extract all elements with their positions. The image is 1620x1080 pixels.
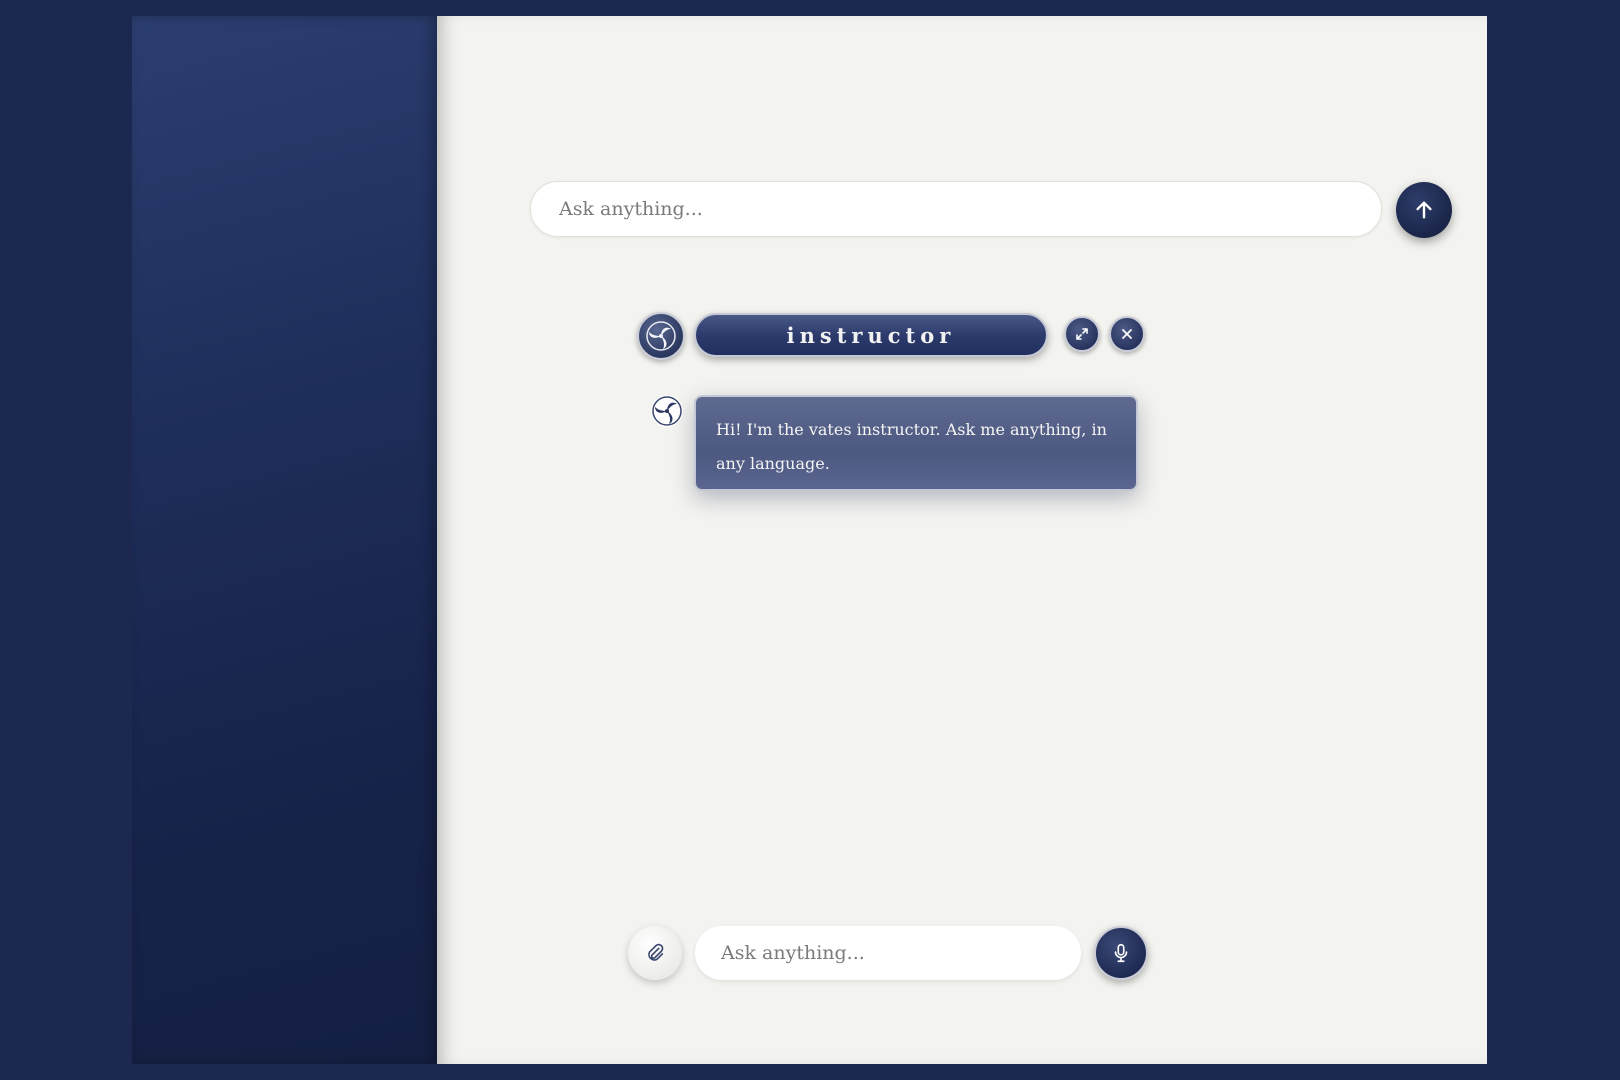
- top-search-input[interactable]: [557, 197, 1355, 221]
- bottom-search-bar[interactable]: [695, 926, 1081, 980]
- assistant-message: Hi! I'm the vates instructor. Ask me any…: [694, 395, 1138, 491]
- close-button[interactable]: [1109, 316, 1145, 352]
- message-avatar: [651, 395, 683, 427]
- main-panel: instructor Hi! I'm the vates instructor.…: [437, 16, 1487, 1064]
- triskele-logo-icon: [652, 396, 682, 426]
- expand-icon: [1076, 328, 1088, 340]
- attach-button[interactable]: [628, 926, 682, 980]
- sidebar: [132, 16, 437, 1064]
- bottom-search-input[interactable]: [719, 941, 1057, 965]
- microphone-button[interactable]: [1094, 926, 1148, 980]
- top-search-bar[interactable]: [530, 181, 1382, 237]
- instructor-avatar: [637, 312, 685, 360]
- arrow-up-icon: [1416, 201, 1432, 219]
- microphone-icon: [1114, 943, 1128, 963]
- expand-button[interactable]: [1064, 316, 1100, 352]
- triskele-logo-icon: [646, 321, 676, 351]
- paperclip-icon: [648, 943, 664, 961]
- send-button[interactable]: [1396, 182, 1452, 238]
- panel-title: instructor: [694, 313, 1048, 357]
- app-frame: instructor Hi! I'm the vates instructor.…: [132, 16, 1487, 1064]
- close-icon: [1122, 329, 1132, 339]
